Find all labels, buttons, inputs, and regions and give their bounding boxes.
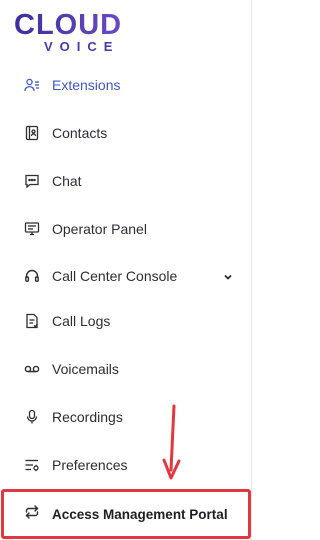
- sidebar-item-label: Preferences: [52, 457, 128, 473]
- sidebar-item-call-logs[interactable]: Call Logs: [0, 299, 251, 343]
- sidebar-item-label: Call Center Console: [52, 268, 178, 284]
- logo-text-cloud: CLOUD: [14, 9, 122, 41]
- extensions-icon: [24, 77, 40, 93]
- annotation-arrow-icon: [162, 404, 182, 485]
- sidebar-item-voicemails[interactable]: Voicemails: [0, 347, 251, 391]
- preferences-icon: [24, 457, 40, 473]
- operator-panel-icon: [24, 221, 40, 237]
- sidebar-item-recordings[interactable]: Recordings: [0, 395, 251, 439]
- contacts-icon: [24, 125, 40, 141]
- sidebar: CLOUD VOICE Extensions Contacts Chat Ope…: [0, 0, 252, 540]
- sidebar-item-label: Call Logs: [52, 313, 111, 329]
- chevron-down-icon[interactable]: [223, 269, 233, 287]
- sidebar-item-label: Operator Panel: [52, 221, 147, 237]
- sidebar-item-access-management-portal[interactable]: Access Management Portal: [1, 489, 251, 539]
- sidebar-item-contacts[interactable]: Contacts: [0, 111, 251, 155]
- chat-icon: [24, 173, 40, 189]
- sidebar-item-label: Recordings: [52, 409, 123, 425]
- microphone-icon: [24, 409, 40, 425]
- sidebar-item-label: Voicemails: [52, 361, 119, 377]
- sidebar-item-chat[interactable]: Chat: [0, 159, 251, 203]
- sidebar-item-preferences[interactable]: Preferences: [0, 443, 251, 487]
- voicemail-icon: [24, 361, 40, 377]
- sidebar-item-extensions[interactable]: Extensions: [0, 63, 251, 107]
- call-logs-icon: [24, 313, 40, 329]
- cloud-voice-logo: CLOUD VOICE: [14, 6, 144, 54]
- sidebar-item-label: Extensions: [52, 77, 121, 93]
- sidebar-item-operator-panel[interactable]: Operator Panel: [0, 207, 251, 251]
- sidebar-item-label: Access Management Portal: [52, 506, 228, 522]
- sidebar-item-label: Contacts: [52, 125, 108, 141]
- sidebar-item-label: Chat: [52, 173, 82, 189]
- headset-icon: [24, 268, 40, 284]
- logo-text-voice: VOICE: [44, 39, 119, 54]
- sync-icon: [24, 504, 40, 525]
- sidebar-item-call-center-console[interactable]: Call Center Console: [0, 254, 251, 298]
